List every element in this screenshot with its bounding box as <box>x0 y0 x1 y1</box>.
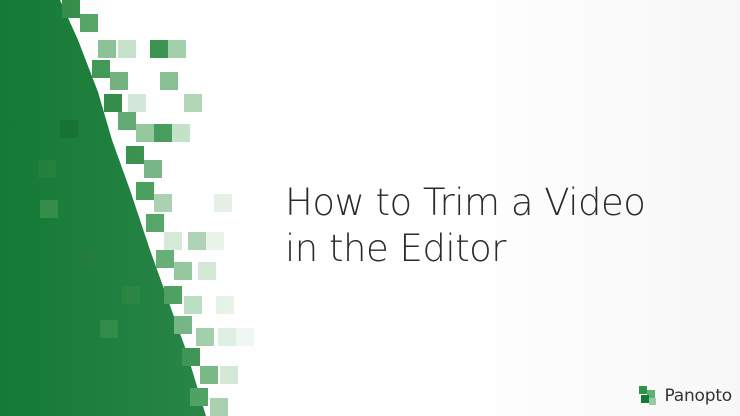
title-line-1: How to Trim a Video <box>285 181 646 224</box>
green-pixel-pattern <box>0 0 300 416</box>
slide-title: How to Trim a Video in the Editor <box>285 180 715 272</box>
brand-name: Panopto <box>664 386 732 406</box>
slide-canvas: How to Trim a Video in the Editor Panopt… <box>0 0 740 416</box>
panopto-brand: Panopto <box>636 384 732 408</box>
panopto-logo-icon <box>639 386 657 405</box>
title-line-2: in the Editor <box>285 227 506 270</box>
